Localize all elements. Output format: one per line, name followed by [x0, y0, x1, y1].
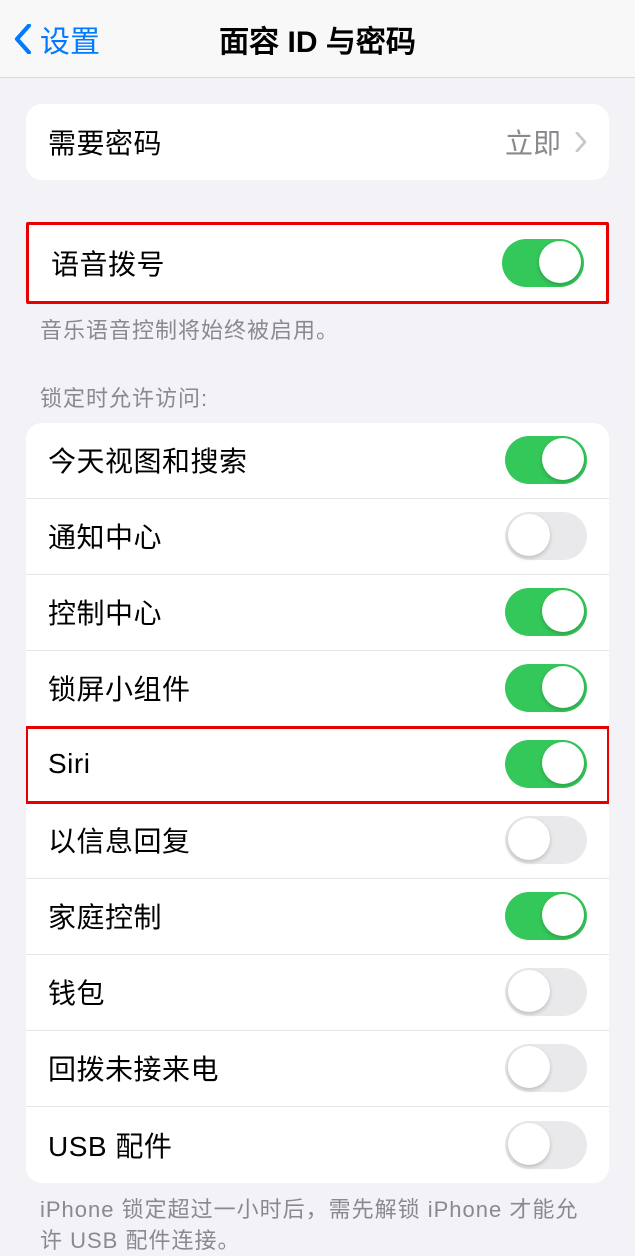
toggle-knob: [508, 1046, 550, 1088]
toggle-knob: [542, 894, 584, 936]
voice-dial-label: 语音拨号: [51, 243, 165, 283]
voice-dial-footer: 音乐语音控制将始终被启用。: [0, 304, 635, 347]
locked-row-toggle[interactable]: [505, 512, 587, 560]
locked-row-label: 钱包: [48, 972, 105, 1012]
locked-row-toggle[interactable]: [505, 436, 587, 484]
toggle-knob: [542, 590, 584, 632]
require-passcode-group: 需要密码 立即: [26, 104, 609, 180]
locked-row: 通知中心: [26, 499, 609, 575]
voice-dial-group: 语音拨号: [26, 222, 609, 304]
locked-row-label: 家庭控制: [48, 896, 162, 936]
chevron-right-icon: [575, 132, 587, 152]
toggle-knob: [542, 438, 584, 480]
locked-row: Siri: [26, 727, 609, 803]
voice-dial-row: 语音拨号: [29, 225, 606, 301]
toggle-knob: [539, 241, 581, 283]
locked-row-label: 锁屏小组件: [48, 668, 191, 708]
locked-row-label: 以信息回复: [48, 820, 191, 860]
locked-row-toggle[interactable]: [505, 816, 587, 864]
chevron-left-icon: [14, 24, 32, 54]
require-passcode-row[interactable]: 需要密码 立即: [26, 104, 609, 180]
nav-header: 设置 面容 ID 与密码: [0, 0, 635, 78]
toggle-knob: [508, 1123, 550, 1165]
locked-row-label: 回拨未接来电: [48, 1048, 219, 1088]
locked-row: 回拨未接来电: [26, 1031, 609, 1107]
locked-row: 控制中心: [26, 575, 609, 651]
toggle-knob: [508, 970, 550, 1012]
locked-row-toggle[interactable]: [505, 892, 587, 940]
voice-dial-toggle[interactable]: [502, 239, 584, 287]
locked-row-toggle[interactable]: [505, 1121, 587, 1169]
toggle-knob: [508, 514, 550, 556]
locked-row-toggle[interactable]: [505, 664, 587, 712]
locked-row: 今天视图和搜索: [26, 423, 609, 499]
locked-row-toggle[interactable]: [505, 1044, 587, 1092]
locked-row-toggle[interactable]: [505, 588, 587, 636]
locked-row-label: 控制中心: [48, 592, 162, 632]
locked-row: 钱包: [26, 955, 609, 1031]
back-button[interactable]: 设置: [0, 17, 100, 61]
locked-row-label: USB 配件: [48, 1125, 172, 1165]
locked-row-toggle[interactable]: [505, 740, 587, 788]
locked-section-header: 锁定时允许访问:: [0, 347, 635, 423]
locked-row-label: 今天视图和搜索: [48, 440, 248, 480]
require-passcode-value: 立即: [505, 122, 587, 162]
toggle-knob: [542, 666, 584, 708]
locked-row: 以信息回复: [26, 803, 609, 879]
require-passcode-label: 需要密码: [48, 122, 162, 162]
locked-row: 家庭控制: [26, 879, 609, 955]
locked-access-group: 今天视图和搜索通知中心控制中心锁屏小组件 Siri 以信息回复家庭控制钱包回拨未接来…: [26, 423, 609, 1183]
toggle-knob: [542, 742, 584, 784]
locked-footer: iPhone 锁定超过一小时后，需先解锁 iPhone 才能允许 USB 配件连…: [0, 1183, 635, 1256]
locked-row-label: 通知中心: [48, 516, 162, 556]
locked-row-label: Siri: [48, 748, 90, 780]
locked-row-toggle[interactable]: [505, 968, 587, 1016]
back-label: 设置: [40, 17, 100, 61]
locked-row: 锁屏小组件: [26, 651, 609, 727]
locked-row: USB 配件: [26, 1107, 609, 1183]
toggle-knob: [508, 818, 550, 860]
